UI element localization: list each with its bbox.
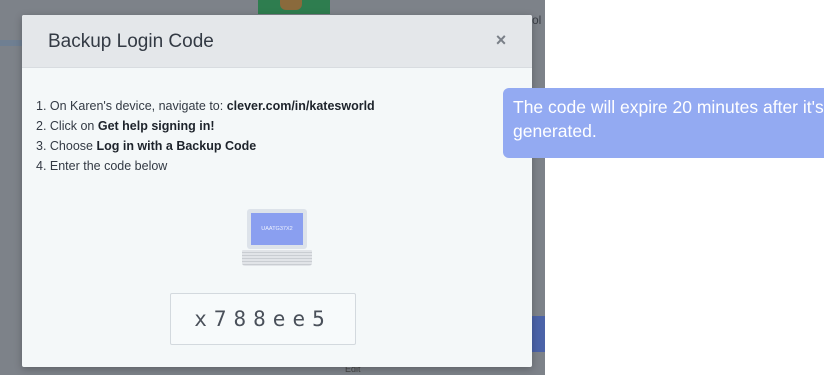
instruction-list: 1. On Karen's device, navigate to: cleve… xyxy=(36,96,375,176)
instruction-step-3: 3. Choose Log in with a Backup Code xyxy=(36,136,375,156)
step-link-label: Get help signing in! xyxy=(97,119,215,133)
background-avatar-banner xyxy=(258,0,330,14)
step-url: clever.com/in/katesworld xyxy=(226,99,375,113)
instruction-step-1: 1. On Karen's device, navigate to: cleve… xyxy=(36,96,375,116)
step-text: 4. Enter the code below xyxy=(36,159,168,173)
instruction-step-2: 2. Click on Get help signing in! xyxy=(36,116,375,136)
laptop-keyboard xyxy=(242,250,312,266)
laptop-screen-code: UAATG37X2 xyxy=(251,213,303,245)
step-text: 3. Choose xyxy=(36,139,97,153)
step-text: 1. On Karen's device, navigate to: xyxy=(36,99,227,113)
step-option-label: Log in with a Backup Code xyxy=(96,139,257,153)
background-strip xyxy=(0,40,22,46)
background-text-fragment: ol xyxy=(532,13,542,27)
modal-header: Backup Login Code × xyxy=(22,15,532,68)
laptop-screen: UAATG37X2 xyxy=(247,209,307,249)
background-button xyxy=(532,316,545,352)
laptop-icon: UAATG37X2 xyxy=(242,209,312,267)
backup-code-display: x788ee5 xyxy=(170,293,356,345)
expiry-tooltip: The code will expire 20 minutes after it… xyxy=(503,88,824,158)
modal-title: Backup Login Code xyxy=(48,31,214,52)
backup-login-code-modal: Backup Login Code × 1. On Karen's device… xyxy=(22,15,532,367)
close-icon[interactable]: × xyxy=(492,31,510,49)
background-avatar xyxy=(280,0,302,10)
instruction-step-4: 4. Enter the code below xyxy=(36,156,375,176)
step-text: 2. Click on xyxy=(36,119,98,133)
